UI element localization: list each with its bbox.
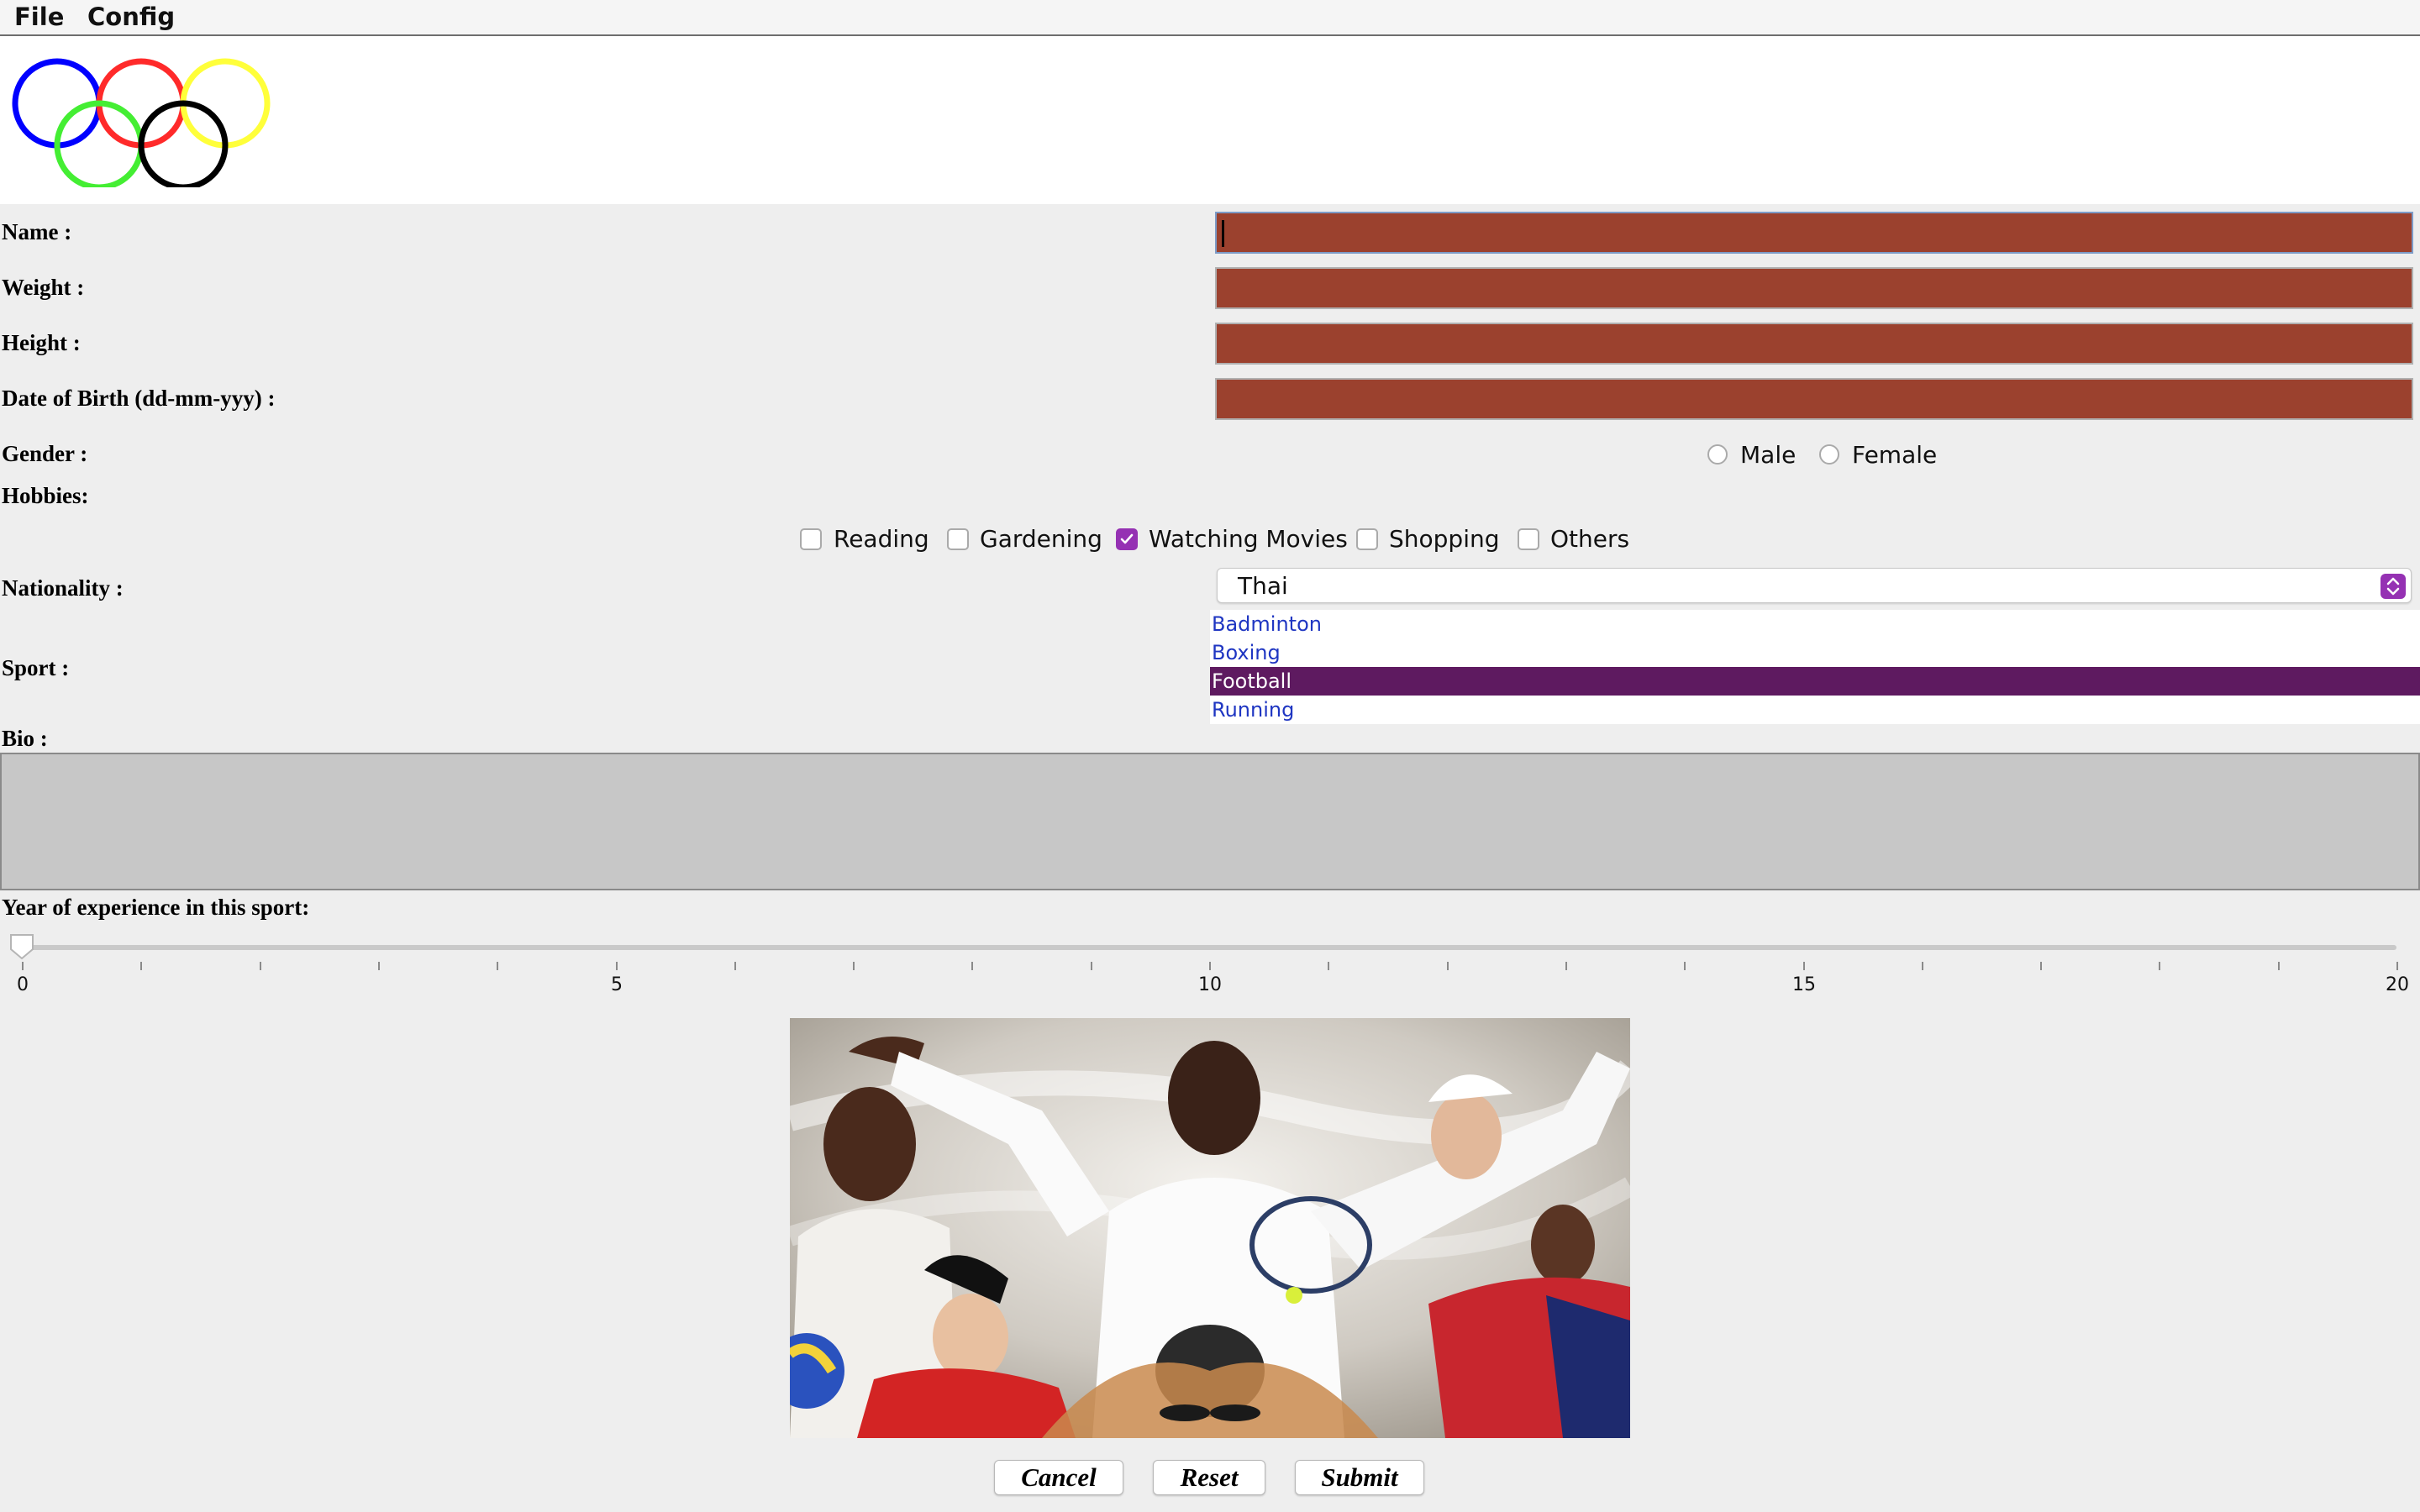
tick-label-20: 20 <box>2386 974 2409 995</box>
sport-item-badminton[interactable]: Badminton <box>1210 610 2420 638</box>
experience-label: Year of experience in this sport: <box>2 895 310 920</box>
hobby-gardening-checkbox[interactable] <box>947 528 969 550</box>
slider-tick <box>22 962 24 970</box>
menu-bar: File Config <box>0 0 2420 36</box>
hobby-reading-label[interactable]: Reading <box>834 525 929 553</box>
hobby-shopping-label[interactable]: Shopping <box>1389 525 1500 553</box>
gender-female-label[interactable]: Female <box>1852 441 1937 469</box>
slider-tick <box>140 962 143 970</box>
submit-button[interactable]: Submit <box>1295 1460 1424 1495</box>
gender-label: Gender : <box>2 441 88 466</box>
bio-textarea[interactable] <box>0 753 2420 890</box>
slider-tick <box>2159 962 2161 970</box>
hobby-others-checkbox[interactable] <box>1518 528 1539 550</box>
reset-button[interactable]: Reset <box>1153 1460 1265 1495</box>
slider-tick <box>259 962 261 970</box>
slider-tick <box>1802 962 1805 970</box>
slider-tick <box>853 962 855 970</box>
menu-config[interactable]: Config <box>87 3 175 31</box>
name-field[interactable] <box>1215 212 2413 254</box>
hobbies-label: Hobbies: <box>2 483 89 508</box>
gender-male-label[interactable]: Male <box>1740 441 1796 469</box>
hobby-gardening-label[interactable]: Gardening <box>980 525 1102 553</box>
sport-list[interactable]: Badminton Boxing Football Running <box>1210 610 2420 724</box>
height-label: Height : <box>2 330 81 355</box>
select-arrows-icon[interactable] <box>2381 574 2406 599</box>
dob-field[interactable] <box>1215 378 2413 420</box>
slider-tick <box>2396 962 2398 970</box>
slider-tick <box>1565 962 1567 970</box>
hobby-reading-checkbox[interactable] <box>800 528 822 550</box>
hobby-watching-movies-checkbox[interactable] <box>1116 528 1138 550</box>
sport-item-boxing[interactable]: Boxing <box>1210 638 2420 667</box>
weight-label: Weight : <box>2 275 85 300</box>
olympic-rings-logo <box>12 58 271 187</box>
weight-field[interactable] <box>1215 267 2413 309</box>
hobby-others-label[interactable]: Others <box>1550 525 1629 553</box>
bio-label: Bio : <box>2 726 48 751</box>
slider-tick <box>615 962 618 970</box>
text-caret <box>1222 220 1224 247</box>
slider-tick <box>1684 962 1686 970</box>
cancel-button[interactable]: Cancel <box>994 1460 1123 1495</box>
header-logo-area <box>0 36 2420 204</box>
height-field[interactable] <box>1215 323 2413 365</box>
nationality-select[interactable]: Thai <box>1217 568 2412 603</box>
slider-tick <box>971 962 974 970</box>
experience-slider-thumb[interactable] <box>8 932 35 961</box>
slider-tick <box>1921 962 1923 970</box>
slider-tick <box>1446 962 1449 970</box>
gender-male-radio[interactable] <box>1707 444 1728 465</box>
slider-tick <box>2277 962 2280 970</box>
slider-tick <box>1090 962 1092 970</box>
hobby-watching-movies-label[interactable]: Watching Movies <box>1149 525 1348 553</box>
sport-item-football[interactable]: Football <box>1210 667 2420 696</box>
slider-tick <box>1209 962 1211 970</box>
tick-label-0: 0 <box>17 974 29 995</box>
hobby-shopping-checkbox[interactable] <box>1356 528 1378 550</box>
nationality-label: Nationality : <box>2 575 124 601</box>
tick-label-10: 10 <box>1198 974 1222 995</box>
sport-label: Sport : <box>2 655 70 680</box>
sport-item-running[interactable]: Running <box>1210 696 2420 724</box>
experience-slider-track[interactable] <box>17 945 2396 950</box>
nationality-selected-value: Thai <box>1238 572 1288 600</box>
menu-file[interactable]: File <box>14 3 64 31</box>
athletes-collage-image <box>790 1018 1630 1438</box>
slider-tick <box>2040 962 2043 970</box>
slider-tick <box>1328 962 1330 970</box>
slider-tick <box>734 962 736 970</box>
dob-label: Date of Birth (dd-mm-yyy) : <box>2 386 276 411</box>
slider-tick <box>377 962 380 970</box>
name-label: Name : <box>2 219 72 244</box>
tick-label-5: 5 <box>611 974 623 995</box>
tick-label-15: 15 <box>1792 974 1816 995</box>
gender-female-radio[interactable] <box>1819 444 1839 465</box>
slider-tick <box>497 962 499 970</box>
checkmark-icon <box>1120 533 1134 544</box>
